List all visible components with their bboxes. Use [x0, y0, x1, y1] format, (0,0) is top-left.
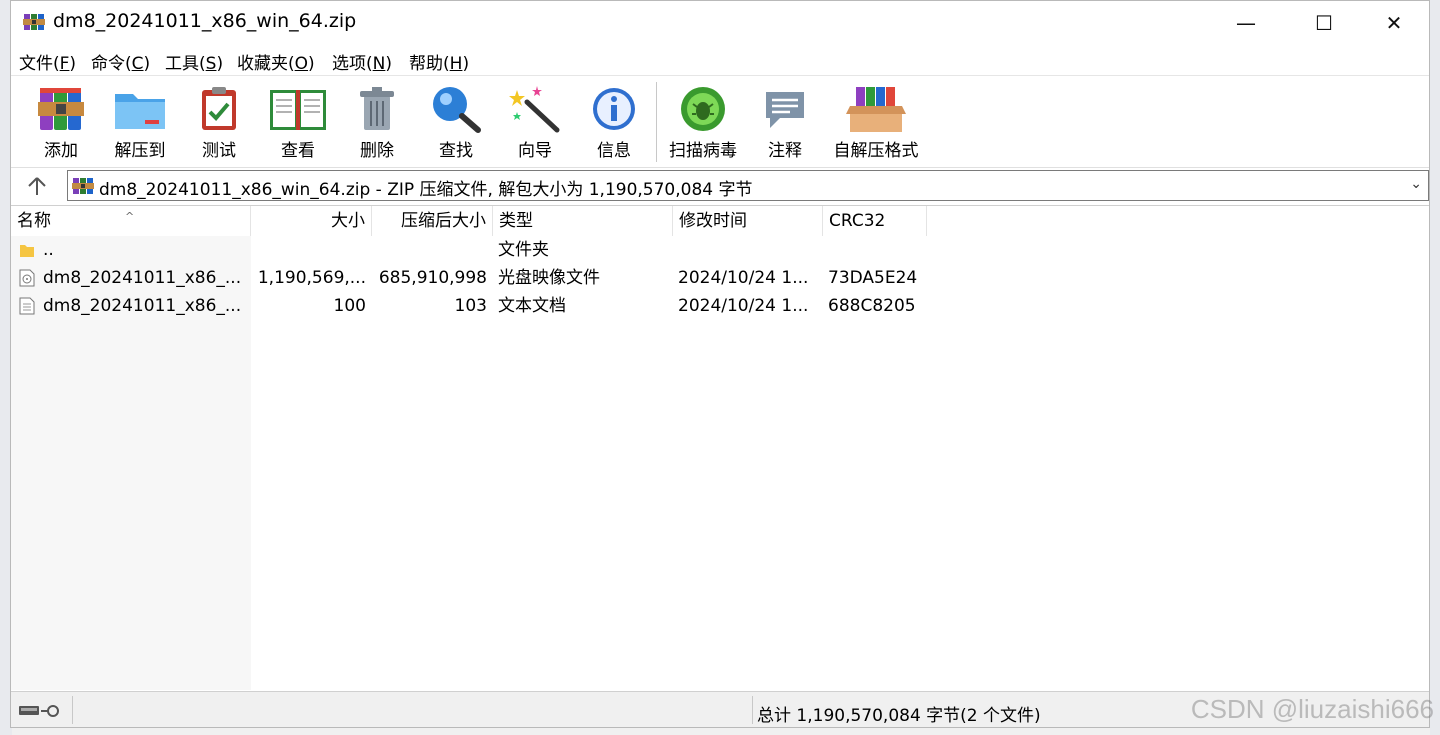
book-view-icon [270, 90, 326, 130]
comment-icon [766, 92, 804, 128]
add-label: 添加 [44, 141, 78, 161]
path-combobox[interactable]: dm8_20241011_x86_win_64.zip - ZIP 压缩文件, … [67, 170, 1429, 201]
status-selection-panel [73, 696, 753, 724]
column-header-modified[interactable]: 修改时间 [673, 206, 823, 236]
menu-options[interactable]: 选项(N) [332, 49, 392, 74]
trash-icon [360, 87, 394, 130]
extract-to-label: 解压到 [114, 141, 166, 161]
virus-scan-icon [681, 87, 725, 131]
folder-up-icon [20, 245, 34, 257]
view-button[interactable]: 查看 [262, 80, 334, 166]
file-name: dm8_20241011_x86_... [43, 268, 242, 288]
text-file-icon [19, 297, 35, 315]
find-label: 查找 [439, 141, 473, 161]
sfx-box-icon [846, 87, 906, 132]
title-bar[interactable]: dm8_20241011_x86_win_64.zip — ☐ ✕ [11, 1, 1429, 45]
view-label: 查看 [281, 141, 315, 161]
find-button[interactable]: 查找 [420, 80, 492, 166]
menu-tools[interactable]: 工具(S) [165, 49, 223, 74]
menu-help[interactable]: 帮助(H) [409, 49, 469, 74]
winrar-app-icon [23, 14, 45, 30]
info-label: 信息 [597, 141, 631, 161]
menu-commands[interactable]: 命令(C) [91, 49, 150, 74]
address-bar: dm8_20241011_x86_win_64.zip - ZIP 压缩文件, … [11, 167, 1429, 203]
file-size: 100 [333, 296, 366, 316]
column-header-row: 名称 ^ 大小 压缩后大小 类型 修改时间 CRC32 [11, 206, 1429, 236]
minimize-button[interactable]: — [1211, 1, 1281, 45]
comment-label: 注释 [768, 141, 802, 161]
toolbar-separator [656, 82, 657, 162]
csdn-watermark: CSDN @liuzaishi666 [1190, 694, 1434, 724]
menu-favorites[interactable]: 收藏夹(O) [237, 49, 315, 74]
magnifier-icon [433, 87, 481, 133]
scan-virus-button[interactable]: 扫描病毒 [667, 80, 739, 166]
background-window-edge-right [1430, 0, 1440, 735]
column-header-type[interactable]: 类型 [493, 206, 673, 236]
menu-file[interactable]: 文件(F) [19, 49, 76, 74]
wizard-label: 向导 [518, 141, 552, 161]
column-header-crc32[interactable]: CRC32 [823, 206, 927, 236]
archive-path-text: dm8_20241011_x86_win_64.zip - ZIP 压缩文件, … [99, 180, 753, 200]
file-list: 名称 ^ 大小 压缩后大小 类型 修改时间 CRC32 .. 文件夹 dm8_2… [11, 205, 1429, 690]
sfx-button[interactable]: 自解压格式 [833, 80, 919, 166]
info-button[interactable]: 信息 [578, 80, 650, 166]
file-type: 文本文档 [498, 296, 566, 316]
maximize-button[interactable]: ☐ [1289, 1, 1359, 45]
zip-archive-icon [72, 178, 94, 194]
drive-key-icon [19, 705, 59, 717]
folder-extract-icon [115, 94, 165, 129]
menu-bar: 文件(F) 命令(C) 工具(S) 收藏夹(O) 选项(N) 帮助(H) [11, 45, 1429, 75]
file-size: 1,190,569,... [257, 268, 366, 288]
column-header-size[interactable]: 大小 [251, 206, 372, 236]
test-label: 测试 [202, 141, 236, 161]
magic-wand-icon [509, 86, 560, 133]
file-crc32: 73DA5E24 [828, 268, 918, 288]
scan-virus-label: 扫描病毒 [669, 141, 737, 161]
column-header-packed-size[interactable]: 压缩后大小 [372, 206, 493, 236]
disc-image-file-icon [19, 269, 35, 287]
sort-ascending-icon: ^ [125, 210, 135, 223]
file-modified: 2024/10/24 1... [678, 268, 809, 288]
delete-button[interactable]: 删除 [341, 80, 413, 166]
file-crc32: 688C8205 [828, 296, 916, 316]
add-button[interactable]: 添加 [25, 80, 97, 166]
file-name: dm8_20241011_x86_... [43, 296, 242, 316]
status-drive-indicator[interactable] [13, 696, 73, 724]
file-packed-size: 103 [454, 296, 487, 316]
up-arrow-icon[interactable] [25, 174, 49, 198]
file-name: .. [43, 240, 54, 260]
file-type: 光盘映像文件 [498, 268, 600, 288]
column-header-name[interactable]: 名称 ^ [11, 206, 251, 236]
file-modified: 2024/10/24 1... [678, 296, 809, 316]
winrar-window: dm8_20241011_x86_win_64.zip — ☐ ✕ 文件(F) … [10, 0, 1430, 728]
chevron-down-icon[interactable]: ⌄ [1410, 176, 1422, 192]
delete-label: 删除 [360, 141, 394, 161]
close-button[interactable]: ✕ [1359, 1, 1429, 45]
status-summary: 总计 1,190,570,084 字节(2 个文件) [757, 706, 1041, 726]
test-button[interactable]: 测试 [183, 80, 255, 166]
table-row[interactable]: dm8_20241011_x86_... 100 103 文本文档 2024/1… [11, 292, 1429, 320]
wizard-button[interactable]: 向导 [499, 80, 571, 166]
file-type: 文件夹 [498, 240, 549, 260]
window-title: dm8_20241011_x86_win_64.zip [53, 10, 357, 32]
archive-add-icon [38, 88, 84, 130]
table-row[interactable]: .. 文件夹 [11, 236, 1429, 264]
extract-to-button[interactable]: 解压到 [104, 80, 176, 166]
toolbar: 添加 解压到 测试 查看 删除 查找 向导 信息 扫描病毒 注释 自解压格式 [11, 75, 1429, 167]
comment-button[interactable]: 注释 [749, 80, 821, 166]
clipboard-check-icon [202, 87, 236, 130]
table-row[interactable]: dm8_20241011_x86_... 1,190,569,... 685,9… [11, 264, 1429, 292]
info-icon [593, 88, 635, 130]
file-packed-size: 685,910,998 [378, 268, 487, 288]
sfx-label: 自解压格式 [833, 141, 919, 161]
